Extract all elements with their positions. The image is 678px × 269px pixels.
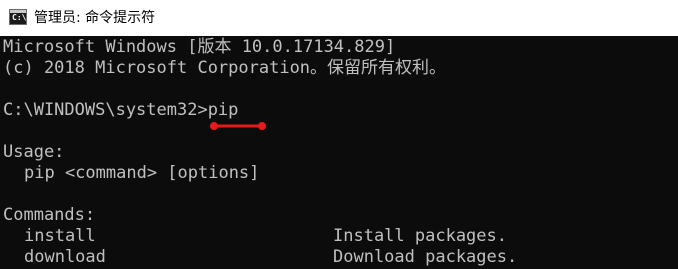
command-description-download: Download packages. bbox=[333, 247, 518, 267]
version-line: Microsoft Windows [版本 10.0.17134.829] bbox=[3, 37, 396, 57]
title-bar[interactable]: C:\ 管理员: 命令提示符 bbox=[0, 0, 678, 36]
command-name-install: install bbox=[24, 226, 96, 246]
commands-header: Commands: bbox=[3, 205, 96, 225]
copyright-line: (c) 2018 Microsoft Corporation。保留所有权利。 bbox=[3, 58, 447, 78]
usage-header: Usage: bbox=[3, 142, 65, 162]
command-prompt-window: C:\ 管理员: 命令提示符 Microsoft Windows [版本 10.… bbox=[0, 0, 678, 269]
command-description-install: Install packages. bbox=[333, 226, 507, 246]
console-output[interactable]: Microsoft Windows [版本 10.0.17134.829] (c… bbox=[0, 36, 678, 269]
usage-line: pip <command> [options] bbox=[24, 163, 260, 183]
cmd-icon-glyph: C:\ bbox=[12, 13, 27, 22]
cmd-icon[interactable]: C:\ bbox=[9, 9, 27, 25]
window-title: 管理员: 命令提示符 bbox=[34, 10, 156, 26]
command-name-download: download bbox=[24, 247, 106, 267]
prompt-line: C:\WINDOWS\system32>pip bbox=[3, 100, 239, 120]
